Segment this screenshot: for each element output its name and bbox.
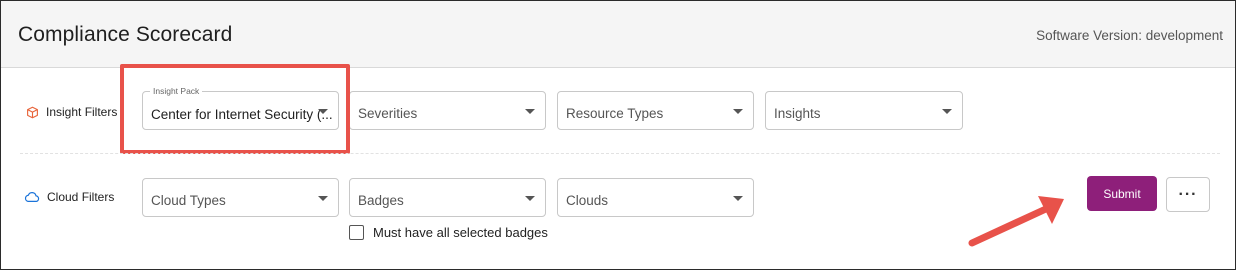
chevron-down-icon (318, 196, 328, 201)
page-title: Compliance Scorecard (18, 23, 233, 46)
cloud-types-placeholder: Cloud Types (151, 193, 226, 208)
cloud-types-select[interactable]: Cloud Types (142, 178, 339, 217)
cloud-filters-label: Cloud Filters (47, 190, 115, 204)
insight-filters-label-group: Insight Filters (26, 105, 117, 119)
severities-placeholder: Severities (358, 106, 418, 121)
page-header: Compliance Scorecard Software Version: d… (1, 1, 1235, 68)
chevron-down-icon (733, 196, 743, 201)
insights-placeholder: Insights (774, 106, 821, 121)
must-have-all-badges-checkbox[interactable] (349, 225, 364, 240)
must-have-all-badges-label: Must have all selected badges (373, 225, 548, 240)
annotation-arrow-icon (968, 196, 1064, 247)
chevron-down-icon (733, 109, 743, 114)
clouds-select[interactable]: Clouds (557, 178, 754, 217)
chevron-down-icon (525, 109, 535, 114)
badges-placeholder: Badges (358, 193, 404, 208)
cloud-icon (24, 192, 40, 202)
insight-filters-label: Insight Filters (46, 105, 118, 119)
resource-types-placeholder: Resource Types (566, 106, 664, 121)
resource-types-select[interactable]: Resource Types (557, 91, 754, 130)
severities-select[interactable]: Severities (349, 91, 546, 130)
badges-select[interactable]: Badges (349, 178, 546, 217)
insights-select[interactable]: Insights (765, 91, 963, 130)
chevron-down-icon (525, 196, 535, 201)
section-divider (20, 153, 1220, 154)
must-have-all-badges-row[interactable]: Must have all selected badges (349, 225, 548, 240)
submit-button[interactable]: Submit (1087, 176, 1157, 211)
software-version: Software Version: development (1036, 28, 1223, 43)
clouds-placeholder: Clouds (566, 193, 609, 208)
more-options-button[interactable]: ··· (1166, 177, 1210, 212)
cloud-filters-label-group: Cloud Filters (24, 190, 114, 204)
annotation-highlight-box (120, 64, 350, 154)
chevron-down-icon (942, 109, 952, 114)
cube-icon (27, 106, 38, 118)
